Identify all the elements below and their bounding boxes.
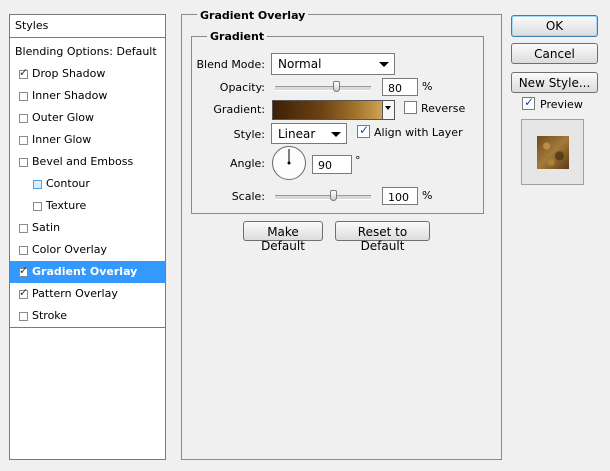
make-default-label: Make Default xyxy=(261,225,305,253)
group-title: Gradient xyxy=(207,30,268,43)
style-item-checkbox[interactable] xyxy=(33,180,42,189)
reset-to-default-button[interactable]: Reset to Default xyxy=(335,221,430,253)
scale-label: Scale: xyxy=(231,190,265,203)
new-style-button[interactable]: New Style... xyxy=(511,72,598,93)
style-value: Linear xyxy=(278,127,316,141)
style-item-label: Pattern Overlay xyxy=(32,287,118,300)
style-item[interactable]: ✓ Gradient Overlay xyxy=(10,261,165,284)
ok-label: OK xyxy=(545,19,564,33)
style-item[interactable]: Outer Glow xyxy=(10,107,165,130)
check-icon: ✓ xyxy=(19,264,29,277)
check-icon: ✓ xyxy=(359,123,370,137)
chevron-down-icon xyxy=(379,62,389,67)
style-item-checkbox[interactable] xyxy=(19,224,28,233)
angle-dial[interactable] xyxy=(272,146,306,180)
styles-header-label: Styles xyxy=(15,19,49,32)
scale-input[interactable]: 100 xyxy=(382,187,418,205)
angle-input[interactable]: 90 xyxy=(312,155,352,174)
style-item-checkbox[interactable] xyxy=(33,202,42,211)
style-item-checkbox[interactable]: ✓ xyxy=(19,286,29,299)
style-item-label: Contour xyxy=(46,177,90,190)
reverse-label: Reverse xyxy=(421,102,466,115)
style-item-checkbox[interactable] xyxy=(19,246,28,255)
gradient-dropdown[interactable] xyxy=(382,100,395,120)
chevron-down-icon xyxy=(331,132,341,137)
style-item-checkbox[interactable] xyxy=(19,312,28,321)
style-item-label: Outer Glow xyxy=(32,111,95,124)
styles-header: Styles xyxy=(10,15,165,38)
style-item-checkbox[interactable]: ✓ xyxy=(19,66,29,79)
style-item-label: Color Overlay xyxy=(32,243,107,256)
align-with-layer-checkbox[interactable]: ✓ xyxy=(357,123,370,138)
check-icon: ✓ xyxy=(19,286,29,299)
style-item-label: Drop Shadow xyxy=(32,67,106,80)
styles-list: Styles Blending Options: Default ✓ Drop S… xyxy=(9,14,166,460)
style-preview xyxy=(521,119,584,185)
opacity-label: Opacity: xyxy=(219,81,265,94)
make-default-button[interactable]: Make Default xyxy=(243,221,323,253)
cancel-label: Cancel xyxy=(534,47,575,61)
opacity-input-value: 80 xyxy=(388,82,402,95)
ok-button[interactable]: OK xyxy=(511,15,598,37)
style-item-label: Bevel and Emboss xyxy=(32,155,134,168)
style-item[interactable]: Contour xyxy=(10,173,165,196)
style-item[interactable]: Inner Shadow xyxy=(10,85,165,108)
angle-unit: ° xyxy=(355,154,361,167)
angle-needle-icon xyxy=(287,149,291,165)
style-item[interactable]: ✓ Drop Shadow xyxy=(10,63,165,86)
angle-label: Angle: xyxy=(229,157,265,170)
style-select[interactable]: Linear xyxy=(271,123,347,144)
preview-swatch xyxy=(537,136,569,169)
blending-options-item[interactable]: Blending Options: Default xyxy=(10,41,165,64)
style-item[interactable]: Texture xyxy=(10,195,165,218)
blend-mode-value: Normal xyxy=(278,57,322,71)
style-item[interactable]: Stroke xyxy=(10,305,165,328)
check-icon: ✓ xyxy=(524,95,535,109)
gradient-swatch[interactable] xyxy=(272,100,384,120)
style-item-label: Stroke xyxy=(32,309,68,322)
gradient-label: Gradient: xyxy=(213,103,265,116)
style-item-checkbox[interactable] xyxy=(19,158,28,167)
angle-input-value: 90 xyxy=(318,159,332,172)
reverse-checkbox[interactable] xyxy=(404,101,417,114)
opacity-input[interactable]: 80 xyxy=(382,78,418,96)
blend-mode-label: Blend Mode: xyxy=(196,58,266,71)
align-with-layer-label: Align with Layer xyxy=(374,126,463,139)
chevron-down-icon xyxy=(385,106,391,110)
style-item-checkbox[interactable] xyxy=(19,114,28,123)
style-item[interactable]: Inner Glow xyxy=(10,129,165,152)
style-label: Style: xyxy=(233,128,265,141)
style-item-label: Inner Shadow xyxy=(32,89,108,102)
check-icon: ✓ xyxy=(19,66,29,79)
scale-input-value: 100 xyxy=(388,191,409,204)
reset-to-default-label: Reset to Default xyxy=(357,225,408,253)
style-item-label: Gradient Overlay xyxy=(32,265,138,278)
style-item[interactable]: Bevel and Emboss xyxy=(10,151,165,174)
preview-label: Preview xyxy=(540,98,583,111)
scale-slider-thumb[interactable] xyxy=(330,190,338,201)
style-item-label: Satin xyxy=(32,221,61,234)
cancel-button[interactable]: Cancel xyxy=(511,43,598,64)
style-item[interactable]: Color Overlay xyxy=(10,239,165,262)
scale-slider-track[interactable] xyxy=(275,195,371,200)
opacity-slider-track[interactable] xyxy=(275,86,371,91)
opacity-slider-thumb[interactable] xyxy=(333,81,341,92)
style-item[interactable]: Satin xyxy=(10,217,165,240)
style-item-checkbox[interactable] xyxy=(19,136,28,145)
style-item-checkbox[interactable]: ✓ xyxy=(19,264,29,277)
blend-mode-select[interactable]: Normal xyxy=(271,53,395,75)
style-item[interactable]: ✓ Pattern Overlay xyxy=(10,283,165,306)
style-item-label: Inner Glow xyxy=(32,133,92,146)
opacity-unit: % xyxy=(422,80,433,93)
preview-checkbox[interactable]: ✓ xyxy=(522,95,535,110)
style-item-label: Texture xyxy=(46,199,87,212)
blending-options-label: Blending Options: Default xyxy=(15,45,157,58)
scale-unit: % xyxy=(422,189,433,202)
style-item-checkbox[interactable] xyxy=(19,92,28,101)
section-title: Gradient Overlay xyxy=(197,9,309,22)
new-style-label: New Style... xyxy=(518,76,591,90)
